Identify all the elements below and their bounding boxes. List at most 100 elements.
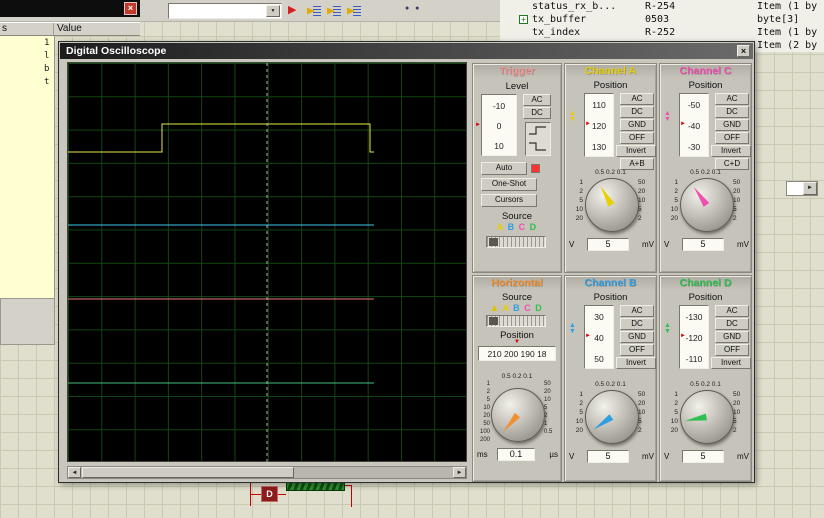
step-into-icon[interactable]	[306, 3, 324, 19]
source-channel-d[interactable]: D	[530, 222, 538, 232]
horizontal-position-display[interactable]: 210 200 190 18	[478, 346, 556, 361]
position-arrows[interactable]: ▲ ▼	[664, 323, 671, 335]
dropdown-arrow-icon[interactable]: ▼	[266, 5, 280, 17]
gain-knob[interactable]	[585, 178, 639, 232]
invert-button[interactable]: Invert	[616, 357, 656, 369]
background-scrollbar[interactable]: ►	[786, 181, 818, 196]
gain-knob[interactable]	[680, 178, 734, 232]
scrollbar-thumb[interactable]	[82, 467, 294, 478]
step-out-icon[interactable]	[346, 3, 364, 19]
trigger-source-slider[interactable]	[486, 236, 546, 248]
invert-button[interactable]: Invert	[711, 357, 751, 369]
trigger-dc-button[interactable]: DC	[523, 107, 551, 119]
dc-button[interactable]: DC	[620, 318, 654, 330]
unit-right: µs	[549, 450, 558, 459]
scroll-right-icon[interactable]: ►	[803, 182, 817, 195]
position-label: Position	[565, 292, 656, 303]
gain-value: 5	[682, 450, 724, 463]
ac-button[interactable]: AC	[620, 93, 654, 105]
watch-window-titlebar[interactable]: ×	[0, 0, 140, 17]
channel-d-title: Channel D	[661, 277, 750, 290]
gnd-button[interactable]: GND	[620, 119, 654, 131]
one-shot-button[interactable]: One-Shot	[481, 178, 537, 191]
source-channel-b[interactable]: B	[513, 303, 521, 313]
off-button[interactable]: OFF	[715, 132, 749, 144]
source-channel-c[interactable]: C	[524, 303, 532, 313]
off-button[interactable]: OFF	[620, 132, 654, 144]
arrow-down-icon: ▼	[664, 329, 671, 335]
step-arrow-icon	[307, 7, 315, 15]
run-icon[interactable]: ▶	[288, 4, 296, 17]
column-header-value[interactable]: Value	[57, 23, 82, 34]
off-button[interactable]: OFF	[620, 344, 654, 356]
dc-button[interactable]: DC	[620, 106, 654, 118]
source-channel-c[interactable]: C	[519, 222, 527, 232]
level-marker-icon: ►	[475, 122, 481, 128]
column-divider[interactable]	[53, 23, 54, 35]
gain-knob[interactable]	[680, 390, 734, 444]
step-over-icon[interactable]	[326, 3, 344, 19]
source-channel-a[interactable]: A	[502, 303, 509, 313]
knob-scale-left: 1 2 5 10 20 50 100 200	[474, 380, 490, 444]
trigger-panel: Trigger Level -10 0 10 ► AC DC Auto One-…	[472, 63, 562, 273]
watch-row[interactable]: tx_index R-252 Item (1 by	[500, 26, 824, 39]
invert-button[interactable]: Invert	[711, 145, 751, 157]
cursors-button[interactable]: Cursors	[481, 194, 537, 207]
watch-item-value: R-252	[645, 27, 675, 38]
ac-button[interactable]: AC	[715, 93, 749, 105]
watch-close-button[interactable]: ×	[124, 2, 137, 15]
ac-button[interactable]: AC	[620, 305, 654, 317]
expand-plus-icon[interactable]: +	[519, 15, 528, 24]
window-titlebar[interactable]: Digital Oscilloscope ×	[60, 43, 753, 59]
gain-value: 5	[587, 238, 629, 251]
source-label: Source	[473, 211, 561, 222]
ac-button[interactable]: AC	[715, 305, 749, 317]
edge-select-control[interactable]	[525, 122, 551, 156]
invert-button[interactable]: Invert	[616, 145, 656, 157]
step-arrow-icon	[327, 7, 335, 15]
watch-combo-box[interactable]: ▼	[168, 3, 282, 19]
watch-row[interactable]: + tx_buffer 0503 byte[3]	[500, 13, 824, 26]
slider-thumb[interactable]	[489, 317, 498, 325]
scroll-right-icon[interactable]: ►	[453, 467, 466, 478]
source-channel-b[interactable]: B	[508, 222, 516, 232]
edge-select-icon	[526, 123, 550, 155]
dc-button[interactable]: DC	[715, 318, 749, 330]
knob-scale-top: 0.5 0.2 0.1	[473, 373, 561, 380]
knob-scale-left: 1 2 5 10 20	[662, 390, 678, 435]
scope-hscrollbar[interactable]: ◄ ►	[67, 466, 467, 479]
off-button[interactable]: OFF	[715, 344, 749, 356]
horizontal-panel: Horizontal Source A B C D Position ▼ 210…	[472, 275, 562, 482]
timebase-knob[interactable]	[491, 388, 545, 442]
trigger-ac-button[interactable]: AC	[523, 94, 551, 106]
gnd-button[interactable]: GND	[715, 331, 749, 343]
position-arrows[interactable]: ▲ ▼	[569, 323, 576, 335]
trigger-level-display[interactable]: -10 0 10	[481, 94, 517, 156]
position-arrows[interactable]: ▲ ▼	[569, 111, 576, 123]
horizontal-source-slider[interactable]	[486, 315, 546, 327]
panel-fragment	[0, 298, 55, 345]
knob-scale-right: 50 20 10 5 2	[733, 390, 749, 435]
scroll-left-icon[interactable]: ◄	[68, 467, 81, 478]
scope-display	[67, 62, 467, 462]
channel-c-panel: Channel C Position ▲ ▼ -50 -40 -30 ► AC …	[659, 63, 752, 273]
unit-left: V	[569, 452, 574, 461]
watch-item-name: status_rx_b...	[532, 1, 616, 12]
gnd-button[interactable]: GND	[715, 119, 749, 131]
auto-button[interactable]: Auto	[481, 162, 527, 175]
source-channel-d[interactable]: D	[535, 303, 543, 313]
window-close-button[interactable]: ×	[737, 45, 750, 57]
slider-thumb[interactable]	[489, 238, 498, 246]
watch-column-headers: s Value	[0, 22, 140, 36]
breakpoints-icon[interactable]: ● ●	[405, 5, 421, 12]
gain-knob[interactable]	[585, 390, 639, 444]
channel-a-panel: Channel A Position ▲ ▼ 110 120 130 ► AC …	[564, 63, 657, 273]
position-arrows[interactable]: ▲ ▼	[664, 111, 671, 123]
position-label: Position	[565, 80, 656, 91]
column-header-items[interactable]: s	[2, 23, 7, 34]
watch-row[interactable]: status_rx_b... R-254 Item (1 by	[500, 0, 824, 13]
source-channel-a[interactable]: A	[497, 222, 504, 232]
schematic-component-d[interactable]: D	[261, 486, 278, 502]
dc-button[interactable]: DC	[715, 106, 749, 118]
gnd-button[interactable]: GND	[620, 331, 654, 343]
